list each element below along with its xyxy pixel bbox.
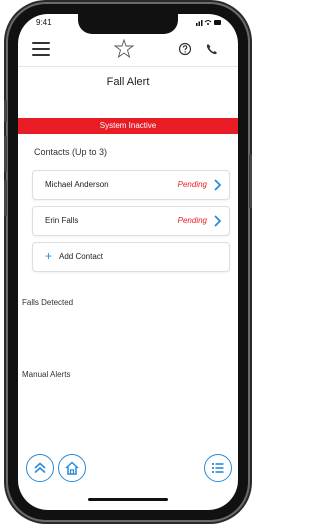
- notch: [78, 14, 178, 34]
- contact-card-michael-anderson[interactable]: Michael Anderson Pending: [32, 170, 230, 200]
- add-contact-label: Add Contact: [59, 252, 104, 261]
- contact-name: Michael Anderson: [45, 180, 109, 189]
- contact-status: Pending: [177, 216, 207, 225]
- chevron-up-icon: [34, 462, 46, 474]
- chevron-right-icon: [214, 179, 221, 191]
- status-time: 9:41: [36, 18, 52, 27]
- scroll-up-button[interactable]: [26, 454, 54, 482]
- manual-alerts-label: Manual Alerts: [22, 370, 71, 379]
- app-screen: 9:41 Fall Alert System Inactive Contacts…: [18, 14, 238, 510]
- contacts-heading: Contacts (Up to 3): [34, 147, 108, 157]
- system-status-banner: System Inactive: [18, 118, 238, 134]
- home-indicator: [88, 498, 168, 501]
- list-button[interactable]: [204, 454, 232, 482]
- mute-switch: [4, 100, 7, 122]
- falls-detected-label: Falls Detected: [22, 298, 74, 307]
- home-icon: [65, 461, 79, 475]
- plus-icon: +: [45, 249, 53, 263]
- hamburger-icon[interactable]: [32, 42, 50, 56]
- volume-up-button: [4, 136, 7, 172]
- page-title: Fall Alert: [106, 76, 150, 88]
- phone-call-icon[interactable]: [204, 41, 220, 57]
- contact-card-erin-falls[interactable]: Erin Falls Pending: [32, 206, 230, 236]
- list-icon: [211, 462, 224, 474]
- contact-name: Erin Falls: [45, 216, 79, 225]
- power-button: [249, 154, 252, 208]
- top-nav: [18, 32, 238, 67]
- star-logo-icon: [113, 38, 135, 59]
- contact-status: Pending: [177, 180, 207, 189]
- chevron-right-icon: [214, 215, 221, 227]
- volume-down-button: [4, 180, 7, 216]
- status-icons: [196, 18, 222, 28]
- help-icon[interactable]: [178, 42, 192, 56]
- home-button[interactable]: [58, 454, 86, 482]
- signal-wifi-battery-icon: [196, 20, 221, 26]
- add-contact-button[interactable]: + Add Contact: [32, 242, 230, 272]
